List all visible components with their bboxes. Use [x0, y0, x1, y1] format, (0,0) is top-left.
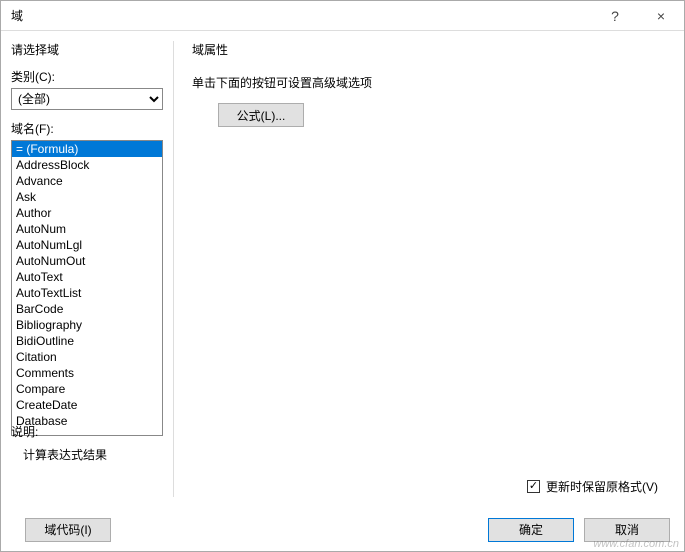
field-codes-button[interactable]: 域代码(I) — [25, 518, 111, 542]
field-list-item[interactable]: Bibliography — [12, 317, 162, 333]
checkbox-icon: ✓ — [527, 480, 540, 493]
window-title: 域 — [11, 7, 592, 24]
field-list-item[interactable]: Ask — [12, 189, 162, 205]
field-list-item[interactable]: AutoTextList — [12, 285, 162, 301]
field-list-item[interactable]: BidiOutline — [12, 333, 162, 349]
field-list-item[interactable]: = (Formula) — [12, 141, 162, 157]
content: 请选择域 类别(C): (全部) 域名(F): = (Formula)Addre… — [1, 31, 684, 507]
field-list-item[interactable]: AutoText — [12, 269, 162, 285]
field-list-item[interactable]: AutoNumOut — [12, 253, 162, 269]
field-listbox[interactable]: = (Formula)AddressBlockAdvanceAskAuthorA… — [11, 140, 163, 436]
category-label: 类别(C): — [11, 68, 163, 85]
right-pane: 域属性 单击下面的按钮可设置高级域选项 公式(L)... ✓ 更新时保留原格式(… — [174, 31, 684, 507]
ok-button[interactable]: 确定 — [488, 518, 574, 542]
field-list-item[interactable]: Author — [12, 205, 162, 221]
field-list-item[interactable]: AutoNumLgl — [12, 237, 162, 253]
description-block: 说明: 计算表达式结果 — [11, 423, 107, 463]
field-list-item[interactable]: Advance — [12, 173, 162, 189]
field-list-item[interactable]: BarCode — [12, 301, 162, 317]
hint-text: 单击下面的按钮可设置高级域选项 — [192, 74, 666, 91]
field-list-item[interactable]: Comments — [12, 365, 162, 381]
preserve-label: 更新时保留原格式(V) — [546, 478, 658, 495]
help-button[interactable]: ? — [592, 1, 638, 31]
preserve-format-checkbox[interactable]: ✓ 更新时保留原格式(V) — [527, 478, 658, 495]
description-text: 计算表达式结果 — [11, 446, 107, 463]
titlebar: 域 ? × — [1, 1, 684, 31]
bottom-bar: 域代码(I) 确定 取消 — [1, 507, 684, 551]
select-field-label: 请选择域 — [11, 41, 163, 58]
field-list-item[interactable]: CreateDate — [12, 397, 162, 413]
close-button[interactable]: × — [638, 1, 684, 31]
category-select[interactable]: (全部) — [11, 88, 163, 110]
fieldname-label: 域名(F): — [11, 120, 163, 137]
cancel-button[interactable]: 取消 — [584, 518, 670, 542]
field-list-item[interactable]: Compare — [12, 381, 162, 397]
field-list-item[interactable]: AddressBlock — [12, 157, 162, 173]
description-label: 说明: — [11, 423, 107, 440]
formula-button[interactable]: 公式(L)... — [218, 103, 304, 127]
field-list-item[interactable]: Citation — [12, 349, 162, 365]
field-list-item[interactable]: AutoNum — [12, 221, 162, 237]
field-props-label: 域属性 — [192, 41, 666, 58]
